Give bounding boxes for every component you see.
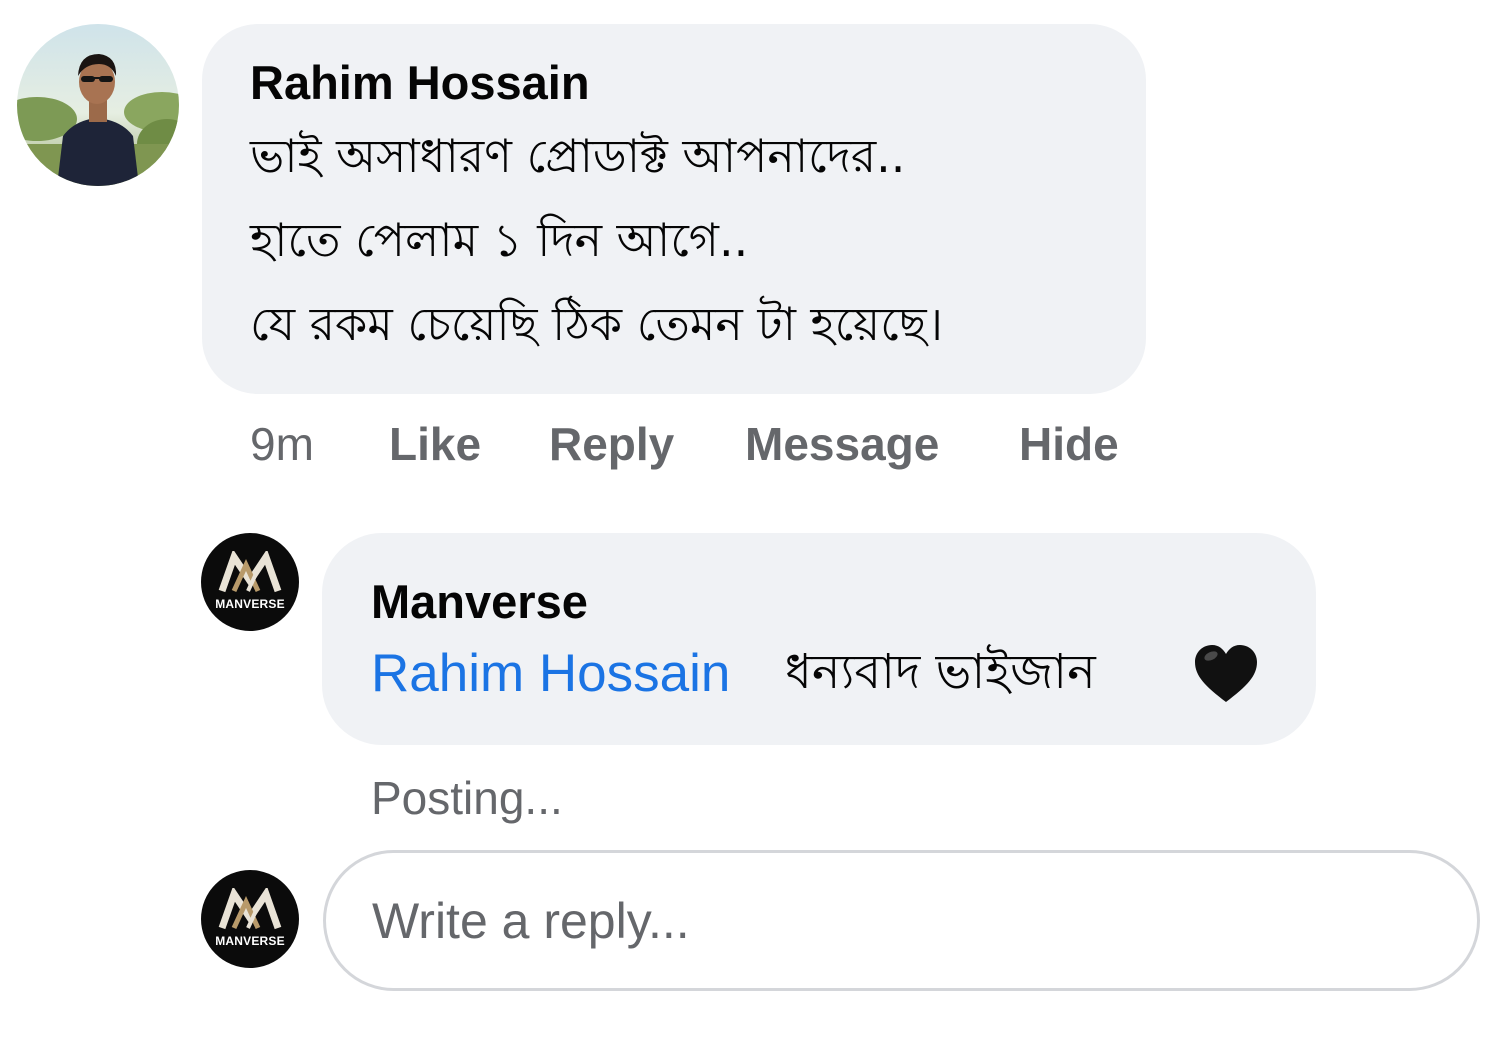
composer-avatar[interactable]: MANVERSE (201, 870, 299, 968)
comment-text-line-1: ভাই অসাধারণ প্রোডাক্ট আপনাদের.. (250, 129, 906, 183)
posting-status: Posting... (371, 772, 563, 824)
message-button[interactable]: Message (745, 416, 939, 472)
mention-link[interactable]: Rahim Hossain (371, 642, 730, 706)
reply-bubble (322, 533, 1316, 745)
reply-button[interactable]: Reply (549, 416, 674, 472)
reply-input[interactable] (323, 850, 1480, 991)
manverse-wordmark: MANVERSE (215, 934, 285, 948)
manverse-logo-icon (218, 888, 282, 930)
comment-text-line-2: হাতে পেলাম ১ দিন আগে.. (250, 213, 749, 267)
hide-button[interactable]: Hide (1019, 416, 1119, 472)
manverse-logo-icon (218, 551, 282, 593)
comment-author-name[interactable]: Rahim Hossain (250, 55, 590, 111)
reply-author-name[interactable]: Manverse (371, 574, 588, 630)
reply-text: ধন্যবাদ ভাইজান (785, 644, 1096, 700)
commenter-avatar[interactable] (17, 24, 179, 186)
profile-photo-icon (17, 24, 179, 186)
comment-text-line-3: যে রকম চেয়েছি ঠিক তেমন টা হয়েছে। (250, 297, 944, 351)
comment-timestamp[interactable]: 9m (250, 416, 314, 472)
black-heart-icon (1195, 645, 1257, 702)
manverse-avatar[interactable]: MANVERSE (201, 533, 299, 631)
comment-actions: 9m Like Reply Message Hide (0, 416, 1200, 476)
manverse-wordmark: MANVERSE (215, 597, 285, 611)
like-button[interactable]: Like (389, 416, 481, 472)
